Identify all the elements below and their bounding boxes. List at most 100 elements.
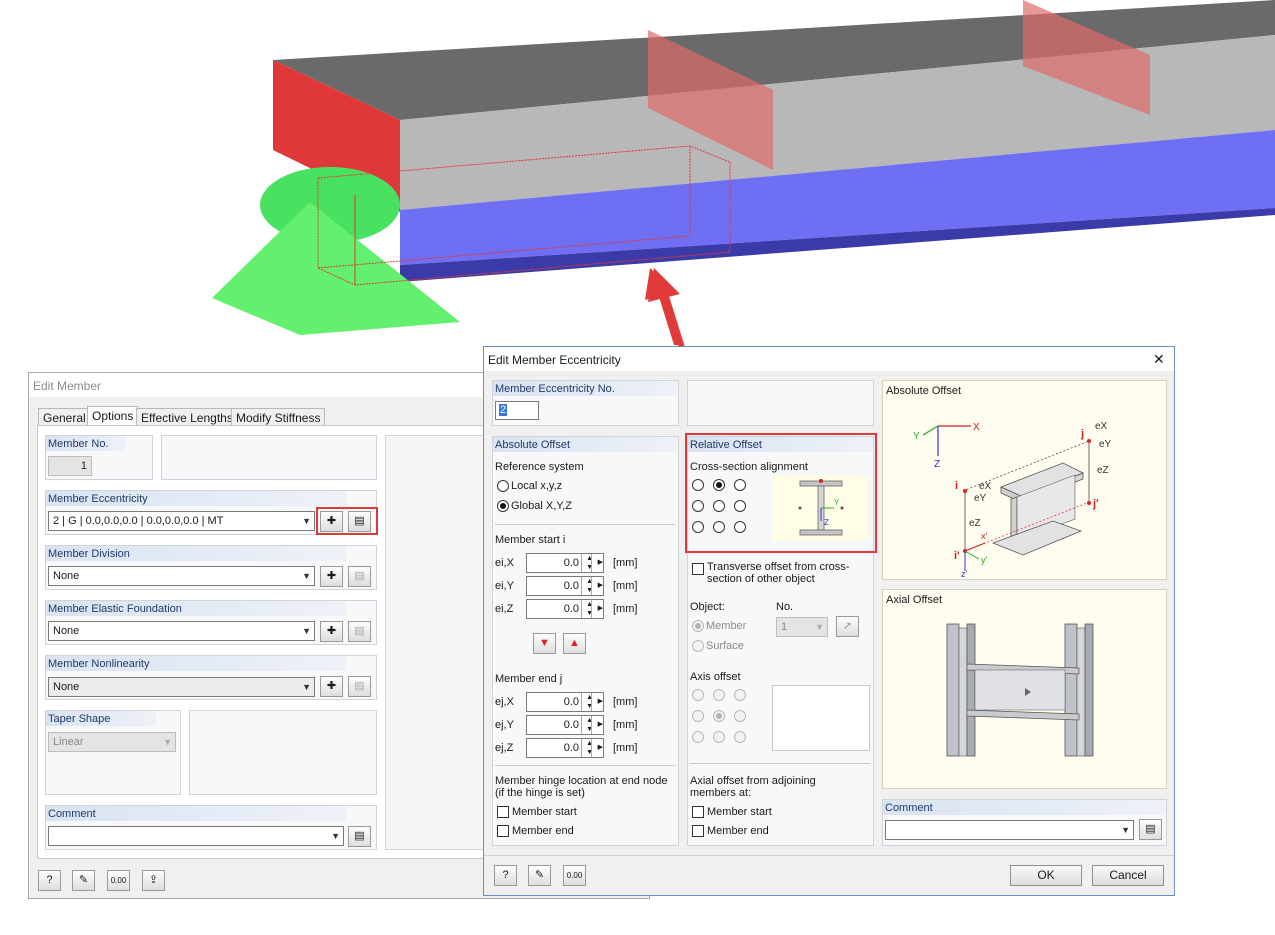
absolute-offset-group: Absolute Offset Reference system Local x… xyxy=(492,436,679,846)
elastic-foundation-group: Member Elastic Foundation None ▼ ✚ ▤ xyxy=(45,600,377,645)
axis-offset-mid-center[interactable] xyxy=(713,710,725,722)
elastic-foundation-select[interactable]: None ▼ xyxy=(48,621,315,641)
edit-foundation-button[interactable]: ▤ xyxy=(348,621,371,642)
ei-y-input[interactable]: 0.0 ▲ ▼ ▶ xyxy=(526,576,604,596)
radio-local[interactable] xyxy=(497,480,509,492)
ei-x-input[interactable]: 0.0 ▲ ▼ ▶ xyxy=(526,553,604,573)
ecc-comment-label: Comment xyxy=(883,800,1166,815)
tab-options[interactable]: Options xyxy=(87,406,139,426)
axis-offset-top-center[interactable] xyxy=(713,689,725,701)
edit-nonlinearity-button[interactable]: ▤ xyxy=(348,676,371,697)
division-value: None xyxy=(53,570,80,582)
ecc-no-input[interactable]: 2 xyxy=(495,401,539,420)
ecc-help-button[interactable]: ? xyxy=(494,865,517,886)
export-button[interactable]: ⇪ xyxy=(142,870,165,891)
arrow-right-icon[interactable]: ▶ xyxy=(591,716,603,734)
cancel-button[interactable]: Cancel xyxy=(1092,865,1164,886)
arrow-up-icon: ▲ xyxy=(569,637,580,649)
axial-start-checkbox[interactable] xyxy=(692,806,704,818)
tab-general[interactable]: General xyxy=(38,408,91,426)
nonlinearity-select[interactable]: None ▼ xyxy=(48,677,315,697)
radio-local-label: Local x,y,z xyxy=(511,480,563,492)
member-no-field[interactable]: 1 xyxy=(48,456,92,476)
nonlinearity-group: Member Nonlinearity None ▼ ✚ ▤ xyxy=(45,655,377,700)
units-button[interactable]: 0.00 xyxy=(107,870,130,891)
ej-y-value: 0.0 xyxy=(563,719,579,731)
copy-up-button[interactable]: ▲ xyxy=(563,633,586,654)
edit-dialog-icon: ▤ xyxy=(354,515,365,527)
member-comment-group: Comment ▼ ▤ xyxy=(45,805,377,850)
division-select[interactable]: None ▼ xyxy=(48,566,315,586)
help-icon: ? xyxy=(46,874,53,886)
axis-offset-mid-right[interactable] xyxy=(734,710,746,722)
taper-select[interactable]: Linear ▼ xyxy=(48,732,176,752)
arrow-down-icon: ▼ xyxy=(539,637,550,649)
ok-button[interactable]: OK xyxy=(1010,865,1082,886)
ej-y-input[interactable]: 0.0 ▲ ▼ ▶ xyxy=(526,715,604,735)
ei-z-value: 0.0 xyxy=(563,603,579,615)
footer-divider xyxy=(484,855,1174,856)
pick-object-button[interactable]: ➚ xyxy=(836,616,859,637)
new-foundation-button[interactable]: ✚ xyxy=(320,621,343,642)
help-button[interactable]: ? xyxy=(38,870,61,891)
edit-eccentricity-dialog: Edit Member Eccentricity ✕ Member Eccent… xyxy=(483,346,1175,896)
unit-label: [mm] xyxy=(613,557,638,569)
node-j-prime: j' xyxy=(1092,498,1099,510)
axis-offset-top-left[interactable] xyxy=(692,689,704,701)
ecc-comment-input[interactable]: ▼ xyxy=(885,820,1134,840)
tab-modify-stiffness[interactable]: Modify Stiffness xyxy=(231,408,326,426)
ecc-notes-button[interactable]: ✎ xyxy=(528,865,551,886)
arrow-right-icon[interactable]: ▶ xyxy=(591,600,603,618)
axis-offset-bot-left[interactable] xyxy=(692,731,704,743)
axis-offset-mid-left[interactable] xyxy=(692,710,704,722)
axis-offset-bot-center[interactable] xyxy=(713,731,725,743)
eccentricity-select[interactable]: 2 | G | 0.0,0.0,0.0 | 0.0,0.0,0.0 | MT ▼ xyxy=(48,511,315,531)
ej-z-input[interactable]: 0.0 ▲ ▼ ▶ xyxy=(526,738,604,758)
member-no-group: Member No. 1 xyxy=(45,435,153,480)
radio-global[interactable] xyxy=(497,500,509,512)
object-member-radio[interactable] xyxy=(692,620,704,632)
ecc-units-button[interactable]: 0.00 xyxy=(563,865,586,886)
chevron-down-icon: ▼ xyxy=(302,626,311,636)
ej-x-input[interactable]: 0.0 ▲ ▼ ▶ xyxy=(526,692,604,712)
ei-z-input[interactable]: 0.0 ▲ ▼ ▶ xyxy=(526,599,604,619)
new-division-button[interactable]: ✚ xyxy=(320,566,343,587)
object-surface-radio[interactable] xyxy=(692,640,704,652)
ecc-no-value: 2 xyxy=(499,404,508,416)
ej-x-label: ej,X xyxy=(495,696,514,708)
arrow-right-icon[interactable]: ▶ xyxy=(591,693,603,711)
object-surface-label: Surface xyxy=(706,640,744,652)
library-icon: ▤ xyxy=(1145,823,1156,835)
model-3d-view[interactable] xyxy=(0,0,1275,345)
ecc-comment-library-button[interactable]: ▤ xyxy=(1139,819,1162,840)
absolute-offset-preview: Absolute Offset X Y Z i j j' i' eX eY eZ… xyxy=(882,380,1167,580)
object-no-select[interactable]: 1 ▼ xyxy=(776,617,828,637)
member-comment-input[interactable]: ▼ xyxy=(48,826,344,846)
arrow-right-icon[interactable]: ▶ xyxy=(591,739,603,757)
node-i-prime: i' xyxy=(954,550,960,562)
tab-effective-lengths[interactable]: Effective Lengths xyxy=(136,408,238,426)
new-nonlinearity-button[interactable]: ✚ xyxy=(320,676,343,697)
edit-eccentricity-button[interactable]: ▤ xyxy=(348,511,371,532)
close-icon[interactable]: ✕ xyxy=(1153,351,1165,368)
hinge-end-checkbox[interactable] xyxy=(497,825,509,837)
edit-division-button[interactable]: ▤ xyxy=(348,566,371,587)
arrow-right-icon[interactable]: ▶ xyxy=(591,577,603,595)
help-icon: ? xyxy=(502,869,509,881)
divider xyxy=(495,524,675,525)
ei-x-value: 0.0 xyxy=(563,557,579,569)
ex-end: eX xyxy=(1095,421,1108,432)
hinge-start-checkbox[interactable] xyxy=(497,806,509,818)
taper-group: Taper Shape Linear ▼ xyxy=(45,710,181,795)
new-eccentricity-button[interactable]: ✚ xyxy=(320,511,343,532)
copy-down-button[interactable]: ▼ xyxy=(533,633,556,654)
axial-end-checkbox[interactable] xyxy=(692,825,704,837)
member-no-label: Member No. xyxy=(46,436,126,451)
transverse-offset-label: Transverse offset from cross- section of… xyxy=(707,561,850,585)
comment-library-button[interactable]: ▤ xyxy=(348,826,371,847)
axis-offset-top-right[interactable] xyxy=(734,689,746,701)
notes-button[interactable]: ✎ xyxy=(72,870,95,891)
axis-offset-bot-right[interactable] xyxy=(734,731,746,743)
transverse-offset-checkbox[interactable] xyxy=(692,563,704,575)
arrow-right-icon[interactable]: ▶ xyxy=(591,554,603,572)
